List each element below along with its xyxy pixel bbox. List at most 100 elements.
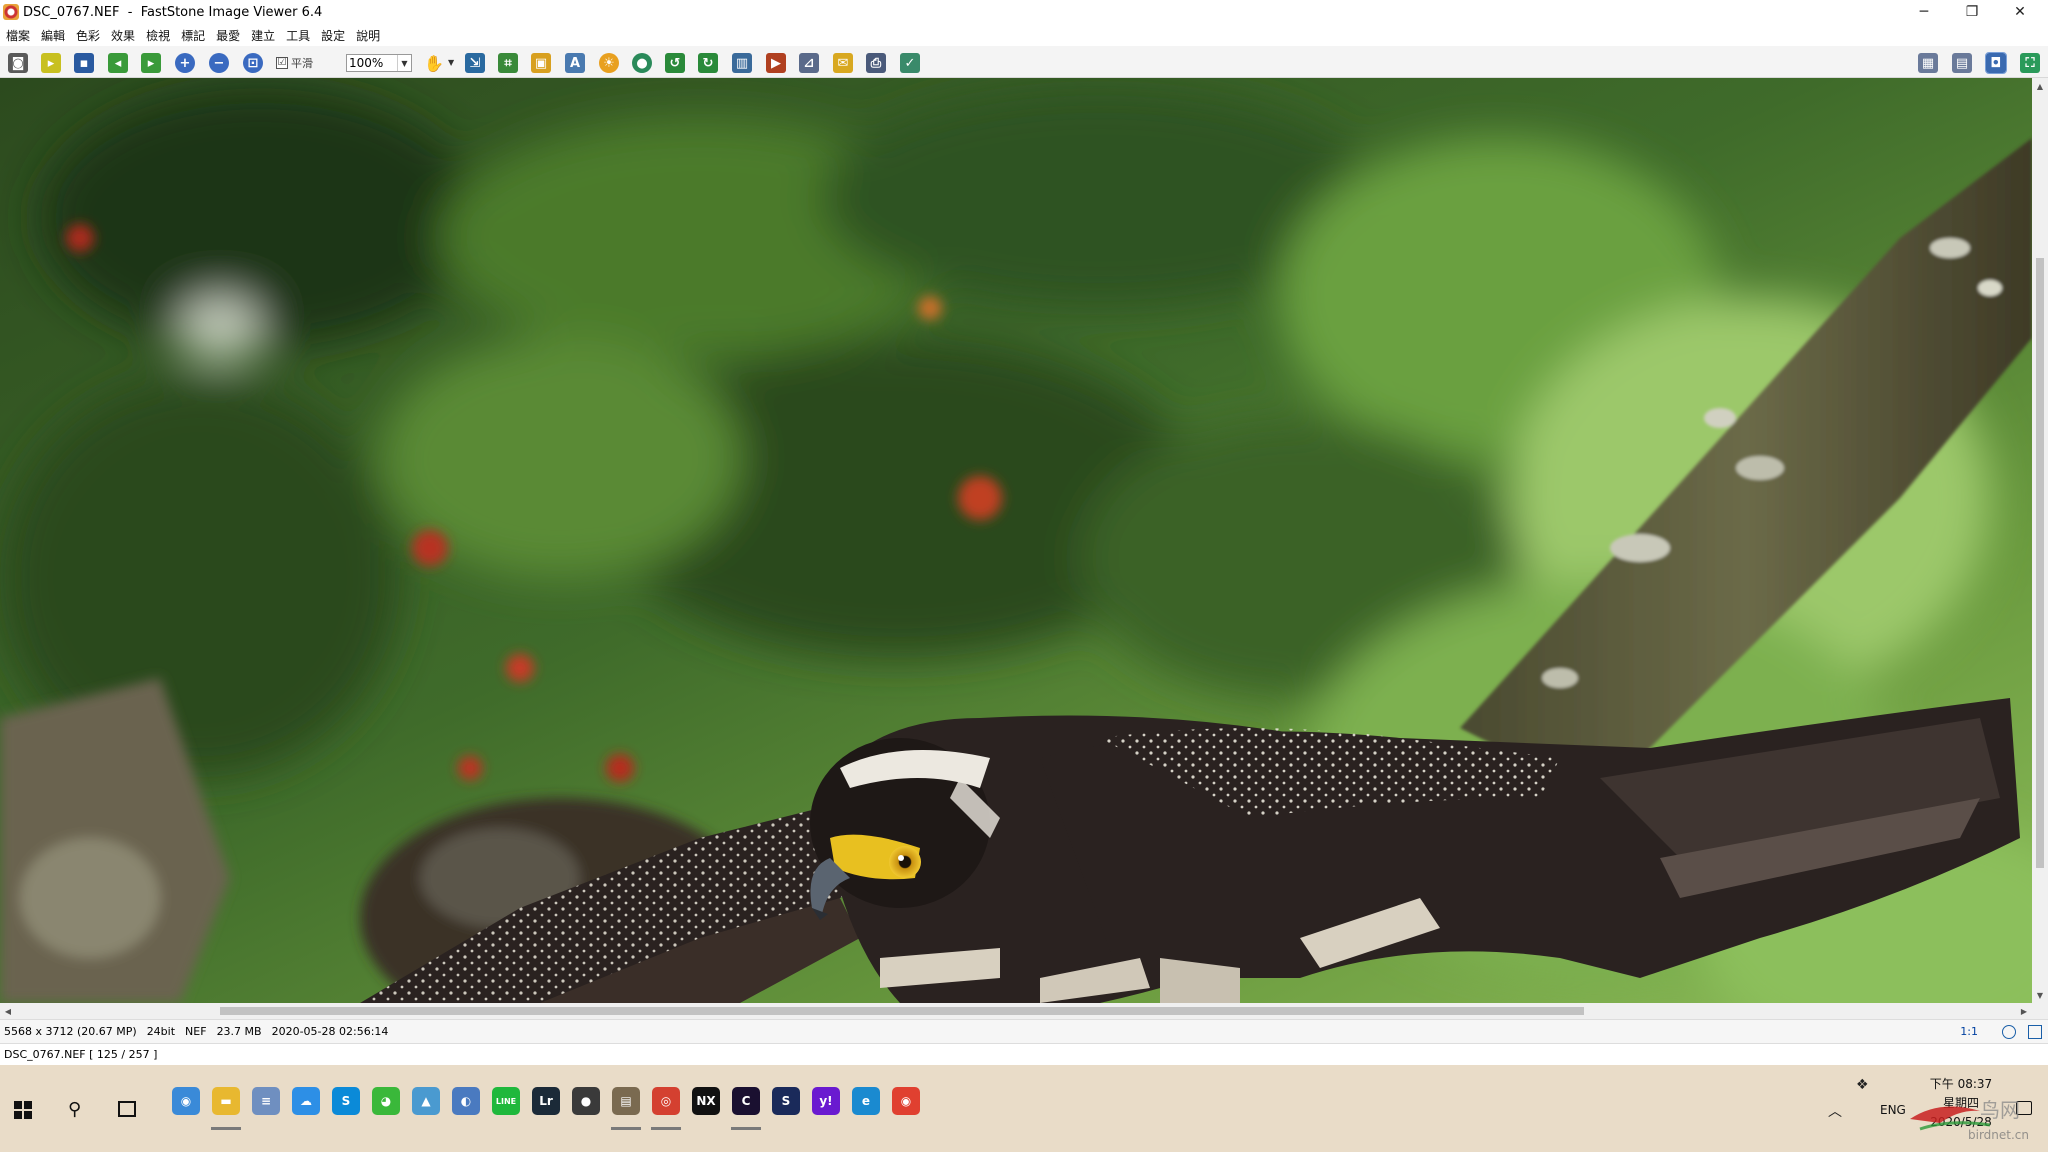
zoom-out-button[interactable]: − [209,53,229,73]
camera-icon: ◙ [11,55,25,71]
dropbox-icon[interactable]: ❖ [1856,1077,1869,1093]
horizontal-scrollbar[interactable]: ◀ ▶ [0,1003,2032,1019]
windows-media-icon[interactable]: ◉ [172,1087,200,1115]
menu-edit[interactable]: 編輯 [41,27,65,44]
wechat-icon[interactable]: ◕ [372,1087,400,1115]
file-position: DSC_0767.NEF [ 125 / 257 ] [4,1048,158,1061]
resize-button[interactable]: ⇲ [465,53,485,73]
image-viewport[interactable] [0,78,2032,1003]
wallpaper-button[interactable]: ✓ [900,53,920,73]
layout-browser-button[interactable]: ▦ [1918,53,1938,73]
fullscreen-icon: ⛶ [2025,55,2035,71]
viewer-mode-button[interactable]: ◘ [1985,52,2007,74]
horizontal-scroll-thumb[interactable] [220,1007,1584,1015]
fullsize-icon[interactable] [2028,1025,2042,1039]
menu-effects[interactable]: 效果 [111,27,135,44]
print-button[interactable]: ⎙ [866,53,886,73]
faststone-app-icon[interactable] [3,4,19,20]
hand-tool-icon[interactable]: ✋ [424,54,444,73]
browser-mode-button[interactable]: ◙ [8,53,28,73]
red-eye-button[interactable]: ● [632,53,652,73]
save-button[interactable]: ▪ [74,53,94,73]
slideshow-button[interactable]: ▶ [766,53,786,73]
search-icon[interactable]: ⚲ [68,1099,81,1120]
close-button[interactable]: ✕ [1996,0,2044,24]
scroll-corner [2032,1003,2048,1019]
clapboard-icon[interactable]: ▤ [612,1087,640,1115]
capture-datetime: 2020-05-28 02:56:14 [271,1025,389,1038]
faststone-icon[interactable]: ◎ [652,1087,680,1115]
menu-view[interactable]: 檢視 [146,27,170,44]
zoom-ratio[interactable]: 1:1 [1960,1025,1978,1038]
onedrive-icon[interactable]: ☁ [292,1087,320,1115]
menu-create[interactable]: 建立 [251,27,275,44]
menu-help[interactable]: 說明 [356,27,380,44]
menu-tools[interactable]: 工具 [286,27,310,44]
smooth-checkbox[interactable]: ☑ 平滑 [276,55,313,71]
menu-favorites[interactable]: 最愛 [216,27,240,44]
scroll-down-icon[interactable]: ▼ [2032,987,2048,1003]
menu-settings[interactable]: 設定 [321,27,345,44]
chrome-icon[interactable]: ◉ [892,1087,920,1115]
input-language[interactable]: ENG [1880,1103,1906,1117]
menu-tag[interactable]: 標記 [181,27,205,44]
file-position-bar: DSC_0767.NEF [ 125 / 257 ] [0,1043,2048,1065]
zoom-value: 100% [349,56,384,70]
capture-icon[interactable]: C [732,1087,760,1115]
photos-icon[interactable]: ▲ [412,1087,440,1115]
image-info-bar: 5568 x 3712 (20.67 MP) 24bit NEF 23.7 MB… [0,1019,2048,1043]
chevron-down-icon[interactable]: ▼ [397,55,411,71]
layout-panel-button[interactable]: ▤ [1952,53,1972,73]
start-button[interactable] [14,1101,32,1119]
envelope-icon: ✉ [837,55,849,71]
edge-icon[interactable]: e [852,1087,880,1115]
crop-button[interactable]: ⌗ [498,53,518,73]
scroll-right-icon[interactable]: ▶ [2016,1003,2032,1019]
fullscreen-button[interactable]: ⛶ [2020,53,2040,73]
skype-icon[interactable]: S [332,1087,360,1115]
chevron-up-icon[interactable]: ︿ [1828,1101,1842,1121]
canvas-button[interactable]: ▣ [531,53,551,73]
nx-icon[interactable]: NX [692,1087,720,1115]
shield-app-icon[interactable]: S [772,1087,800,1115]
menu-file[interactable]: 檔案 [6,27,30,44]
fit-icon[interactable] [2002,1025,2016,1039]
clock-date: 2020/5/28 [1930,1115,1992,1129]
rotate-left-button[interactable]: ↺ [665,53,685,73]
yahoo-icon[interactable]: y! [812,1087,840,1115]
magnifier-icon[interactable]: ● [572,1087,600,1115]
adjust-lighting-button[interactable]: ☀ [599,53,619,73]
scan-button[interactable]: ⊿ [799,53,819,73]
windows-taskbar: ⚲ ◉ ▬ ≡ ☁ S ◕ ▲ ◐ LINE Lr ● ▤ ◎ NX C Sy! e ◉ ❖ ︿ ENG 下午 0… [0,1065,2048,1152]
scroll-up-icon[interactable]: ▲ [2032,78,2048,94]
rotate-right-button[interactable]: ↻ [698,53,718,73]
next-button[interactable]: ▸ [141,53,161,73]
lightroom-icon[interactable]: Lr [532,1087,560,1115]
email-button[interactable]: ✉ [833,53,853,73]
line-icon[interactable]: LINE [492,1087,520,1115]
open-button[interactable]: ▸ [41,53,61,73]
menu-colors[interactable]: 色彩 [76,27,100,44]
minimize-button[interactable]: ─ [1900,0,1948,24]
open-folder-icon: ▸ [47,55,55,71]
image-dimensions: 5568 x 3712 (20.67 MP) [4,1025,137,1038]
zoom-dropdown[interactable]: 100% ▼ [346,54,412,72]
vertical-scroll-thumb[interactable] [2036,258,2044,868]
task-view-icon[interactable] [118,1101,136,1117]
clock[interactable]: 下午 08:37 星期四 2020/5/28 [1916,1075,2006,1132]
notepad-icon[interactable]: ≡ [252,1087,280,1115]
text-button[interactable]: A [565,53,585,73]
previous-button[interactable]: ◂ [108,53,128,73]
rotate-right-icon: ↻ [702,55,714,71]
notification-icon[interactable] [2016,1101,2032,1115]
compare-button[interactable]: ▥ [732,53,752,73]
restore-button[interactable]: ❐ [1948,0,1996,24]
portrait-icon: ◘ [1990,55,2002,71]
hand-dropdown-icon[interactable]: ▼ [448,58,454,67]
globe-icon[interactable]: ◐ [452,1087,480,1115]
zoom-in-button[interactable]: + [175,53,195,73]
vertical-scrollbar[interactable]: ▲ ▼ [2032,78,2048,1003]
actual-size-button[interactable]: ⊡ [243,53,263,73]
scroll-left-icon[interactable]: ◀ [0,1003,16,1019]
file-explorer-icon[interactable]: ▬ [212,1087,240,1115]
